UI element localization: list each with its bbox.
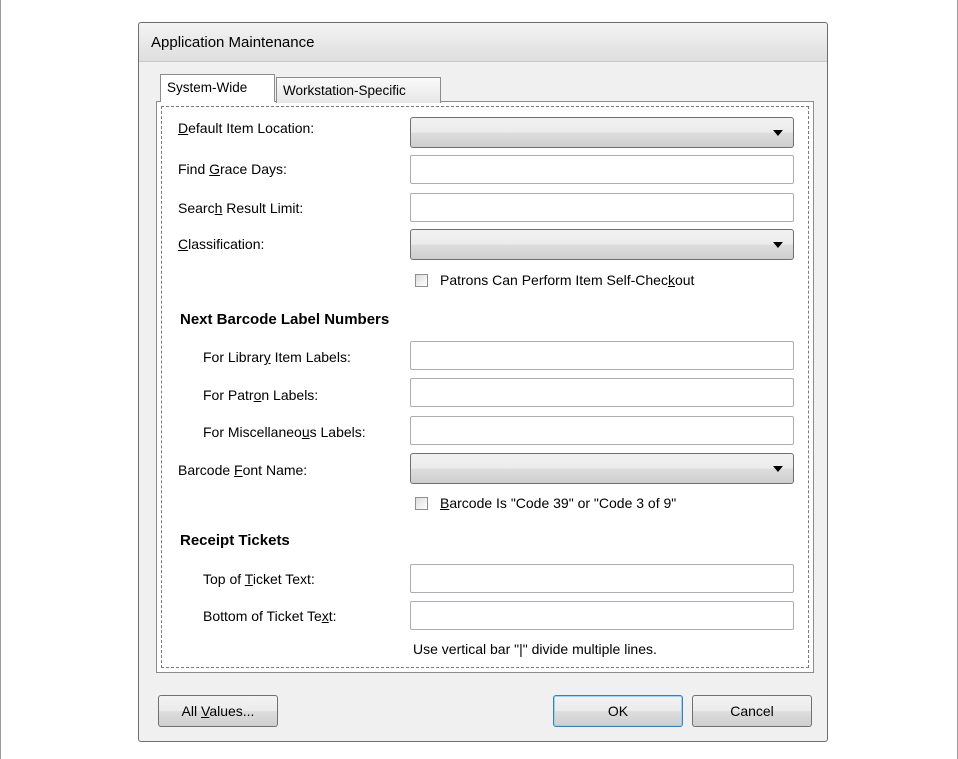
tab-workstation-specific[interactable]: Workstation-Specific [276,77,441,103]
library-item-labels-input[interactable] [410,341,794,370]
code39-checkbox-label: Barcode Is "Code 39" or "Code 3 of 9" [440,495,677,511]
ticket-text-note: Use vertical bar "|" divide multiple lin… [413,641,657,657]
chevron-down-icon [773,466,783,472]
misc-labels-label: For Miscellaneous Labels: [203,424,366,440]
library-item-labels-label: For Library Item Labels: [203,349,351,365]
bottom-ticket-text-input[interactable] [410,601,794,630]
patron-labels-input[interactable] [410,378,794,407]
classification-dropdown[interactable] [410,229,794,260]
top-ticket-text-label: Top of Ticket Text: [203,571,315,587]
self-checkout-checkbox[interactable] [415,274,428,287]
bottom-ticket-text-label: Bottom of Ticket Text: [203,608,337,624]
title-bar: Application Maintenance [139,23,827,62]
top-ticket-text-input[interactable] [410,564,794,593]
misc-labels-input[interactable] [410,416,794,445]
default-item-location-label: Default Item Location: [178,120,315,136]
find-grace-days-label: Find Grace Days: [178,161,287,177]
barcode-section-heading: Next Barcode Label Numbers [180,311,390,328]
window-title: Application Maintenance [151,34,315,51]
left-border-line [0,0,1,759]
patron-labels-label: For Patron Labels: [203,387,319,403]
barcode-font-name-label: Barcode Font Name: [178,462,308,478]
search-result-limit-input[interactable] [410,193,794,222]
chevron-down-icon [773,242,783,248]
search-result-limit-label: Search Result Limit: [178,200,304,216]
chevron-down-icon [773,130,783,136]
classification-label: Classification: [178,236,265,252]
ok-button[interactable]: OK [553,695,683,727]
default-item-location-dropdown[interactable] [410,117,794,148]
barcode-font-name-dropdown[interactable] [410,453,794,484]
code39-checkbox[interactable] [415,497,428,510]
find-grace-days-input[interactable] [410,155,794,184]
all-values-button[interactable]: All Values... [158,695,278,727]
self-checkout-checkbox-label: Patrons Can Perform Item Self-Checkout [440,272,695,288]
tab-system-wide[interactable]: System-Wide [160,74,275,102]
receipt-section-heading: Receipt Tickets [180,532,290,549]
cancel-button[interactable]: Cancel [692,695,812,727]
